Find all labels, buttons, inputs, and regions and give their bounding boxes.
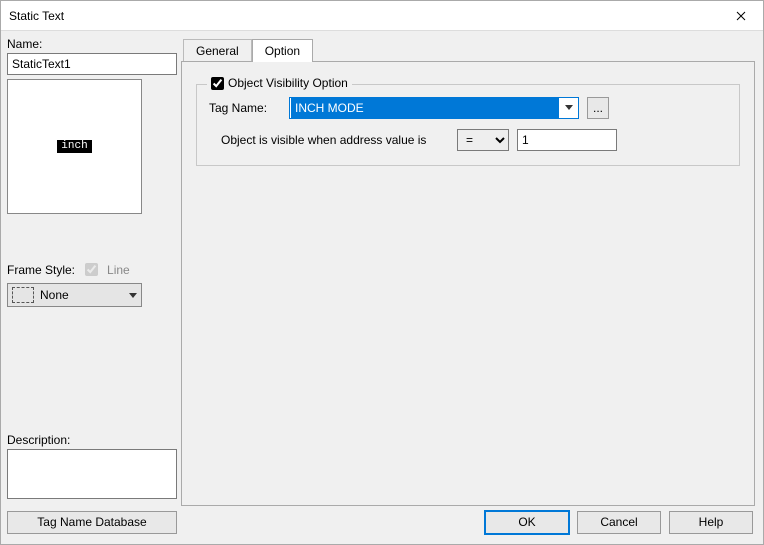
left-panel: Name: inch Frame Style: Line None xyxy=(7,37,177,506)
tag-name-value: INCH MODE xyxy=(291,98,559,118)
visibility-groupbox: Object Visibility Option Tag Name: INCH … xyxy=(196,84,740,166)
description-label: Description: xyxy=(7,433,177,447)
tab-general[interactable]: General xyxy=(183,39,252,62)
preview-box: inch xyxy=(7,79,142,214)
description-area: Description: xyxy=(7,433,177,502)
chevron-down-icon xyxy=(129,288,137,302)
frame-style-row: Frame Style: Line xyxy=(7,260,177,279)
right-panel: General Option Object Visibility Option … xyxy=(181,37,755,506)
name-label: Name: xyxy=(7,37,177,51)
preview-text: inch xyxy=(57,140,91,153)
help-button[interactable]: Help xyxy=(669,511,753,534)
frame-style-value: None xyxy=(40,288,69,302)
visible-condition-row: Object is visible when address value is … xyxy=(209,129,727,151)
visible-condition-label: Object is visible when address value is xyxy=(209,133,449,147)
window-title: Static Text xyxy=(9,9,64,23)
titlebar: Static Text xyxy=(1,1,763,31)
frame-style-label: Frame Style: xyxy=(7,263,75,277)
line-label: Line xyxy=(107,263,130,277)
line-checkbox xyxy=(85,263,98,276)
frame-swatch-icon xyxy=(12,287,34,303)
chevron-down-icon xyxy=(560,105,578,111)
client-area: Name: inch Frame Style: Line None xyxy=(1,31,763,544)
button-bar: Tag Name Database OK Cancel Help xyxy=(1,506,763,544)
visibility-group-label: Object Visibility Option xyxy=(228,76,348,90)
tag-name-row: Tag Name: INCH MODE ... xyxy=(209,97,727,119)
tag-browse-button[interactable]: ... xyxy=(587,97,609,119)
value-input[interactable] xyxy=(517,129,617,151)
operator-select[interactable]: = xyxy=(457,129,509,151)
cancel-button[interactable]: Cancel xyxy=(577,511,661,534)
tab-option[interactable]: Option xyxy=(252,39,313,62)
tab-strip: General Option xyxy=(181,37,755,61)
main-row: Name: inch Frame Style: Line None xyxy=(1,31,763,506)
description-input[interactable] xyxy=(7,449,177,499)
frame-style-select[interactable]: None xyxy=(7,283,142,307)
close-icon xyxy=(736,11,746,21)
tag-name-combo[interactable]: INCH MODE xyxy=(289,97,579,119)
visibility-legend: Object Visibility Option xyxy=(207,76,352,90)
name-input[interactable] xyxy=(7,53,177,75)
tag-name-database-button[interactable]: Tag Name Database xyxy=(7,511,177,534)
dialog-window: Static Text Name: inch Frame Style: Line xyxy=(0,0,764,545)
ellipsis-icon: ... xyxy=(593,101,603,115)
tab-body-option: Object Visibility Option Tag Name: INCH … xyxy=(181,61,755,506)
ok-button[interactable]: OK xyxy=(485,511,569,534)
tag-name-label: Tag Name: xyxy=(209,101,281,115)
close-button[interactable] xyxy=(718,1,763,30)
visibility-checkbox[interactable] xyxy=(211,77,224,90)
